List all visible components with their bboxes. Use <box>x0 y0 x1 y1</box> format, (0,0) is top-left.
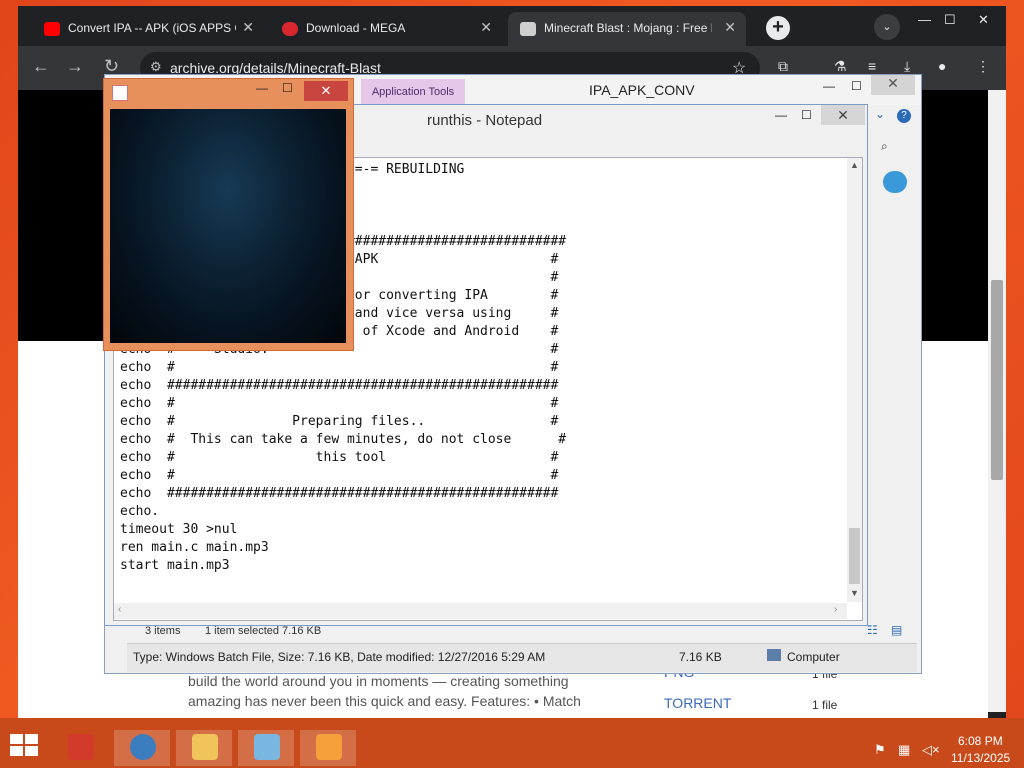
tab-minecraft-blast[interactable]: Minecraft Blast : Mojang : Free D ✕ <box>508 12 746 46</box>
format-link-torrent[interactable]: TORRENT <box>664 695 731 711</box>
tab-search-icon[interactable]: ⌄ <box>874 14 900 40</box>
scroll-down-icon[interactable]: ▼ <box>850 588 859 598</box>
details-pane: Type: Windows Batch File, Size: 7.16 KB,… <box>127 643 917 672</box>
profile-icon[interactable]: ● <box>938 58 946 74</box>
taskbar <box>0 718 1024 768</box>
close-window-icon[interactable]: ✕ <box>978 12 989 28</box>
minimize-icon[interactable]: — <box>775 108 787 122</box>
labs-icon[interactable]: ⚗ <box>834 58 847 75</box>
details-view-icon[interactable]: ☷ <box>867 623 878 637</box>
ie-icon[interactable] <box>114 730 170 766</box>
tiles-view-icon[interactable]: ▤ <box>891 623 902 637</box>
clock-date[interactable]: 11/13/2025 <box>951 751 1010 765</box>
item-count: 3 items <box>145 625 181 637</box>
extensions-icon[interactable]: ⧉ <box>778 58 788 75</box>
maximize-icon[interactable]: ☐ <box>282 81 293 95</box>
search-icon[interactable]: ⌕ <box>881 139 888 154</box>
media-player-icon <box>112 85 128 101</box>
file-details: Type: Windows Batch File, Size: 7.16 KB,… <box>133 650 546 664</box>
tab-title: Convert IPA -- APK (iOS APPS O <box>68 21 236 35</box>
explorer-title: IPA_APK_CONV <box>589 82 695 98</box>
maximize-icon[interactable]: ☐ <box>851 79 862 93</box>
youtube-icon <box>44 22 60 36</box>
new-tab-button[interactable]: + <box>766 16 790 40</box>
close-tab-icon[interactable]: ✕ <box>724 19 736 36</box>
start-icon[interactable] <box>10 734 38 756</box>
site-info-icon[interactable]: ⚙ <box>150 59 162 75</box>
tab-convert-ipa[interactable]: Convert IPA -- APK (iOS APPS O ✕ <box>32 12 264 46</box>
reading-list-icon[interactable]: ≡ <box>868 58 876 74</box>
location-label: Computer <box>787 650 840 664</box>
file-size: 7.16 KB <box>679 650 722 664</box>
selection-info: 1 item selected 7.16 KB <box>205 625 322 637</box>
close-icon[interactable]: ✕ <box>821 105 865 125</box>
media-player-window: — ☐ ✕ <box>103 78 354 351</box>
mega-icon <box>282 22 298 36</box>
media-player-icon[interactable] <box>300 730 356 766</box>
page-scrollbar-thumb[interactable] <box>991 280 1003 480</box>
network-icon[interactable]: ▦ <box>898 742 910 758</box>
computer-icon <box>767 649 781 661</box>
archive-icon <box>520 22 536 36</box>
action-center-icon[interactable]: ⚑ <box>874 742 886 758</box>
explorer-status-bar: 3 items 1 item selected 7.16 KB ☷ ▤ <box>127 623 917 645</box>
scroll-up-icon[interactable]: ▲ <box>850 160 859 170</box>
tab-title: Minecraft Blast : Mojang : Free D <box>544 21 712 35</box>
clock-time[interactable]: 6:08 PM <box>958 734 1003 748</box>
maximize-icon[interactable]: ☐ <box>944 12 956 28</box>
help-icon[interactable]: ? <box>897 109 911 123</box>
application-tools-tab[interactable]: Application Tools <box>361 79 465 105</box>
minimize-icon[interactable]: — <box>918 12 931 27</box>
notepad-scroll-thumb[interactable] <box>849 528 860 584</box>
minimize-icon[interactable]: — <box>256 81 268 95</box>
notepad-horizontal-scrollbar[interactable]: ‹ › <box>114 603 847 619</box>
close-tab-icon[interactable]: ✕ <box>480 19 492 36</box>
close-tab-icon[interactable]: ✕ <box>242 19 254 36</box>
shell-icon <box>883 171 907 193</box>
notepad-title: runthis - Notepad <box>427 112 543 129</box>
close-icon[interactable]: ✕ <box>304 81 348 101</box>
chevron-down-icon[interactable]: ⌄ <box>875 107 885 121</box>
video-display[interactable] <box>110 109 346 343</box>
file-explorer-icon[interactable] <box>176 730 232 766</box>
toolbox-icon[interactable] <box>52 730 108 766</box>
minimize-icon[interactable]: — <box>823 79 835 93</box>
scroll-left-icon[interactable]: ‹ <box>118 604 121 615</box>
forward-button[interactable]: → <box>66 56 84 77</box>
maximize-icon[interactable]: ☐ <box>801 108 812 122</box>
description-text: build the world around you in moments — … <box>188 673 569 689</box>
volume-icon[interactable]: ◁× <box>922 742 940 758</box>
menu-icon[interactable]: ⋮ <box>976 58 990 75</box>
tab-mega[interactable]: Download - MEGA ✕ <box>270 12 502 46</box>
description-text: amazing has never been this quick and ea… <box>188 693 581 709</box>
download-icon[interactable]: ⤓ <box>904 58 910 75</box>
notepad-icon[interactable] <box>238 730 294 766</box>
close-icon[interactable]: ✕ <box>871 75 915 95</box>
format-count: 1 file <box>812 698 838 712</box>
tab-title: Download - MEGA <box>306 21 406 35</box>
tab-strip: Convert IPA -- APK (iOS APPS O ✕ Downloa… <box>18 6 1006 46</box>
scroll-right-icon[interactable]: › <box>834 604 837 615</box>
back-button[interactable]: ← <box>32 56 50 77</box>
